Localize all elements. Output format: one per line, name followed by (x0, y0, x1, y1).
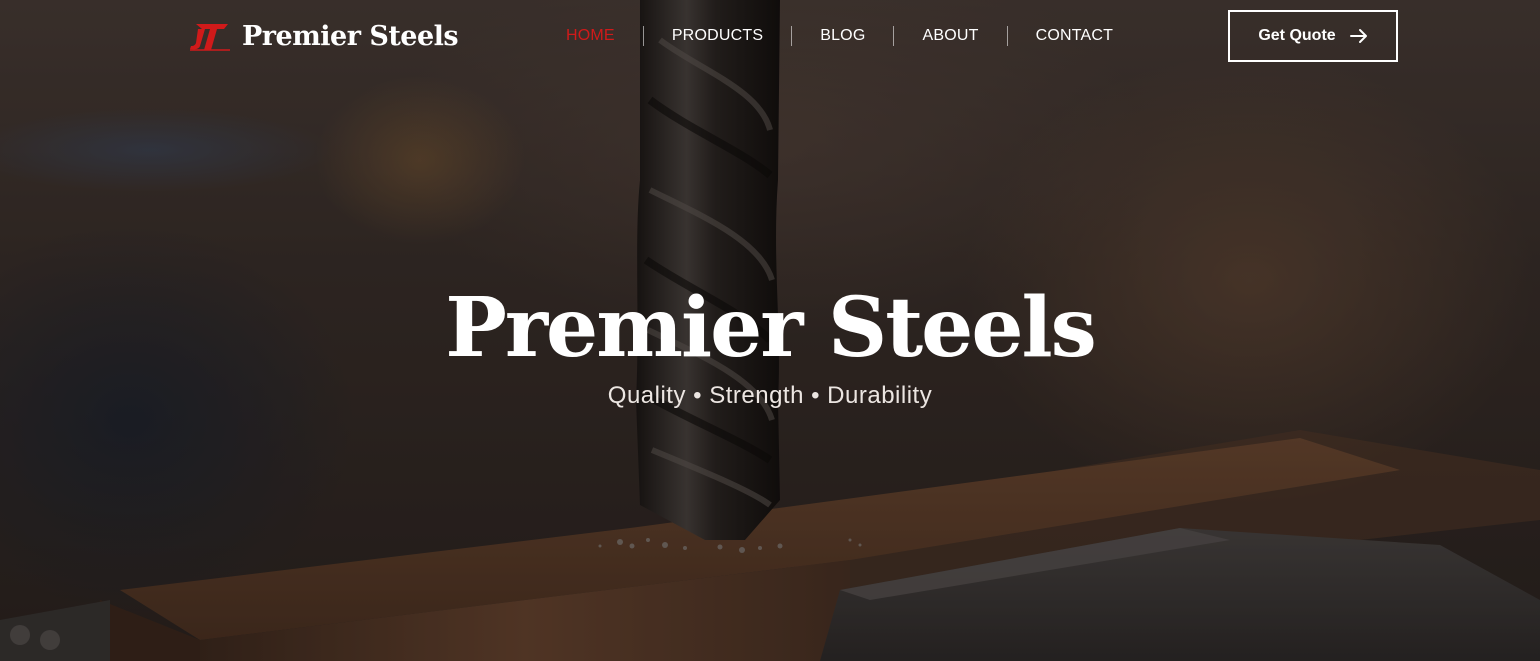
brand-name: Premier Steels (242, 20, 459, 52)
arrow-right-icon (1349, 29, 1367, 43)
nav-item-about[interactable]: ABOUT (894, 22, 1006, 50)
hero-title: Premier Steels (445, 280, 1097, 376)
nav-item-blog[interactable]: BLOG (792, 22, 893, 50)
brand-logo-link[interactable]: Premier Steels (188, 14, 459, 58)
hero-tagline: Quality • Strength • Durability (607, 382, 933, 409)
site-header: Premier Steels HOME PRODUCTS BLOG ABOUT … (0, 0, 1540, 72)
brand-logo-icon (190, 24, 230, 51)
nav-item-products[interactable]: PRODUCTS (644, 22, 791, 50)
hero-section: Premier Steels HOME PRODUCTS BLOG ABOUT … (0, 0, 1540, 661)
nav-item-contact[interactable]: CONTACT (1008, 22, 1142, 50)
nav-item-home[interactable]: HOME (538, 22, 643, 50)
get-quote-label: Get Quote (1258, 27, 1336, 44)
main-nav: HOME PRODUCTS BLOG ABOUT CONTACT (538, 22, 1141, 50)
get-quote-button[interactable]: Get Quote (1228, 10, 1398, 62)
